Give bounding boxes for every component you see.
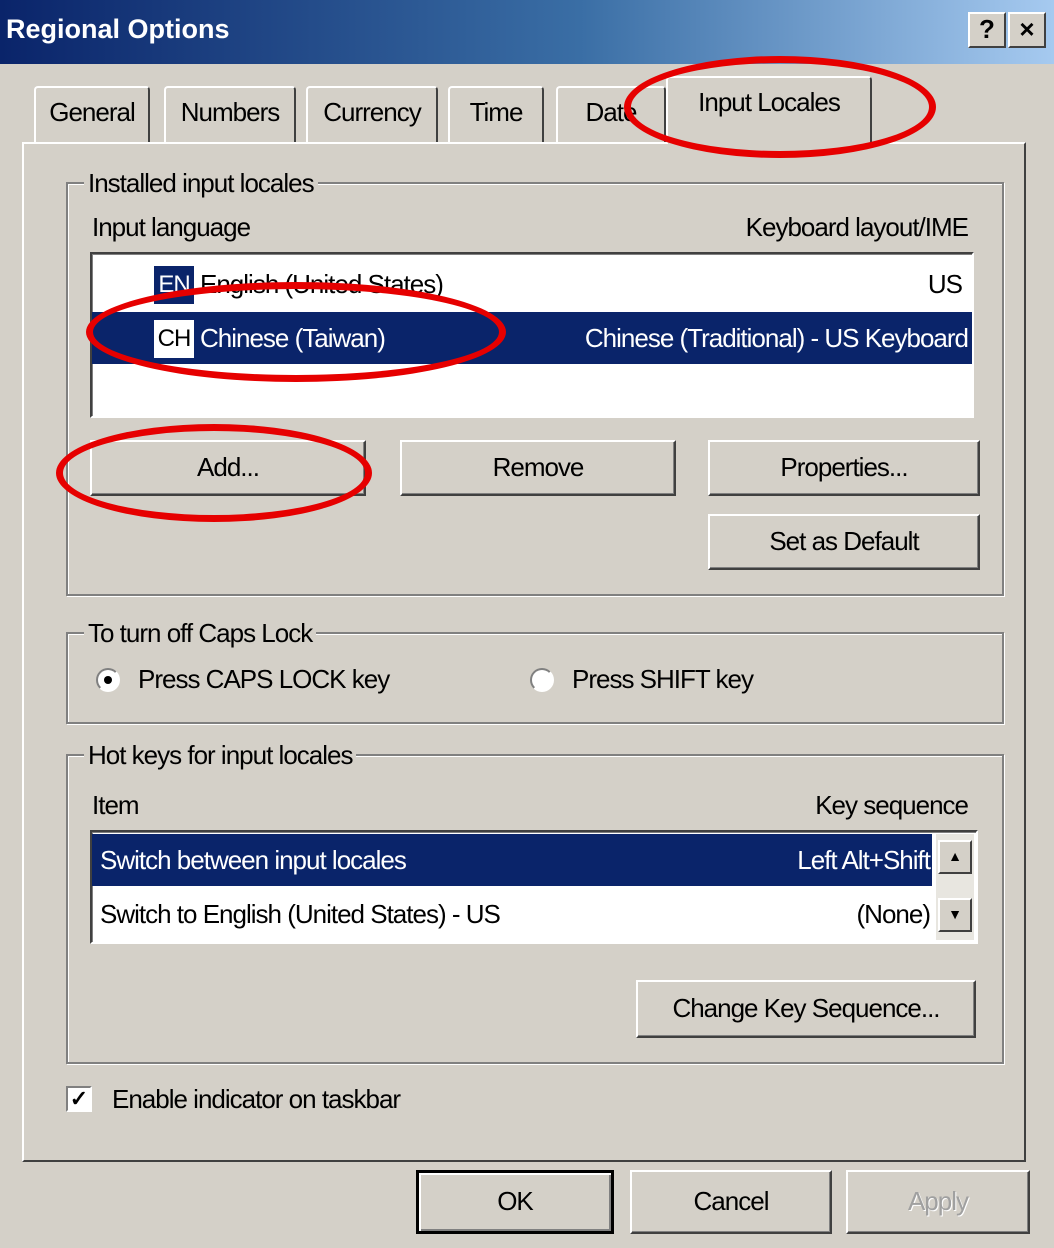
installed-locales-list[interactable]: EN English (United States) US CH Chinese… [90,252,974,418]
list-item-layout: US [927,269,963,299]
scroll-up-icon[interactable]: ▲ [938,840,972,874]
list-item-switch-locales[interactable]: Switch between input locales Left Alt+Sh… [92,834,932,886]
list-item-layout: Chinese (Traditional) - US Keyboard [584,323,969,353]
window-title: Regional Options [6,14,230,44]
caps-lock-legend: To turn off Caps Lock [84,618,317,649]
regional-options-dialog: Regional Options ? × General Numbers Cur… [0,0,1054,1248]
ch-badge-icon: CH [154,320,194,358]
en-badge-icon: EN [154,266,194,304]
hot-keys-list[interactable]: Switch between input locales Left Alt+Sh… [90,830,978,944]
scroll-down-icon[interactable]: ▼ [938,898,972,932]
tab-panel: Installed input locales Input language K… [22,142,1026,1162]
list-item-name: Switch to English (United States) - US [100,899,501,929]
help-icon[interactable]: ? [968,12,1006,48]
cancel-button[interactable]: Cancel [630,1170,832,1234]
list-item-switch-english[interactable]: Switch to English (United States) - US (… [92,888,932,940]
list-item-name: Switch between input locales [100,845,407,875]
shift-option-label[interactable]: Press SHIFT key [572,664,754,695]
tab-input-locales[interactable]: Input Locales [666,76,872,144]
hot-keys-legend: Hot keys for input locales [84,740,357,771]
list-item-language: Chinese (Taiwan) [200,323,386,353]
keyboard-layout-header: Keyboard layout/IME [745,212,969,242]
tab-currency[interactable]: Currency [306,86,438,144]
caps-lock-option-label[interactable]: Press CAPS LOCK key [138,664,390,695]
list-item-language: English (United States) [200,269,444,299]
tab-numbers[interactable]: Numbers [164,86,296,144]
list-item-sequence: Left Alt+Shift [797,845,931,875]
taskbar-indicator-checkbox[interactable]: ✓ [66,1086,92,1112]
properties-button[interactable]: Properties... [708,440,980,496]
tab-general[interactable]: General [34,86,150,144]
installed-locales-legend: Installed input locales [84,168,318,199]
title-bar[interactable]: Regional Options ? × [0,0,1054,64]
remove-button[interactable]: Remove [400,440,676,496]
input-language-header: Input language [92,212,251,242]
tab-date[interactable]: Date [556,86,666,144]
change-key-sequence-button[interactable]: Change Key Sequence... [636,980,976,1038]
tab-time[interactable]: Time [448,86,544,144]
close-icon[interactable]: × [1008,12,1046,48]
add-button[interactable]: Add... [90,440,366,496]
taskbar-indicator-label[interactable]: Enable indicator on taskbar [112,1084,401,1115]
list-item-sequence: (None) [856,899,931,929]
scrollbar[interactable]: ▲ ▼ [936,834,974,940]
list-item-chinese[interactable]: CH Chinese (Taiwan) Chinese (Traditional… [92,312,972,364]
list-item-english[interactable]: EN English (United States) US [92,258,972,310]
ok-button[interactable]: OK [416,1170,614,1234]
apply-button[interactable]: Apply [846,1170,1030,1234]
key-sequence-header: Key sequence [815,790,969,820]
shift-radio[interactable] [530,668,554,692]
set-as-default-button[interactable]: Set as Default [708,514,980,570]
item-header: Item [92,790,140,820]
caps-lock-radio[interactable] [96,668,120,692]
